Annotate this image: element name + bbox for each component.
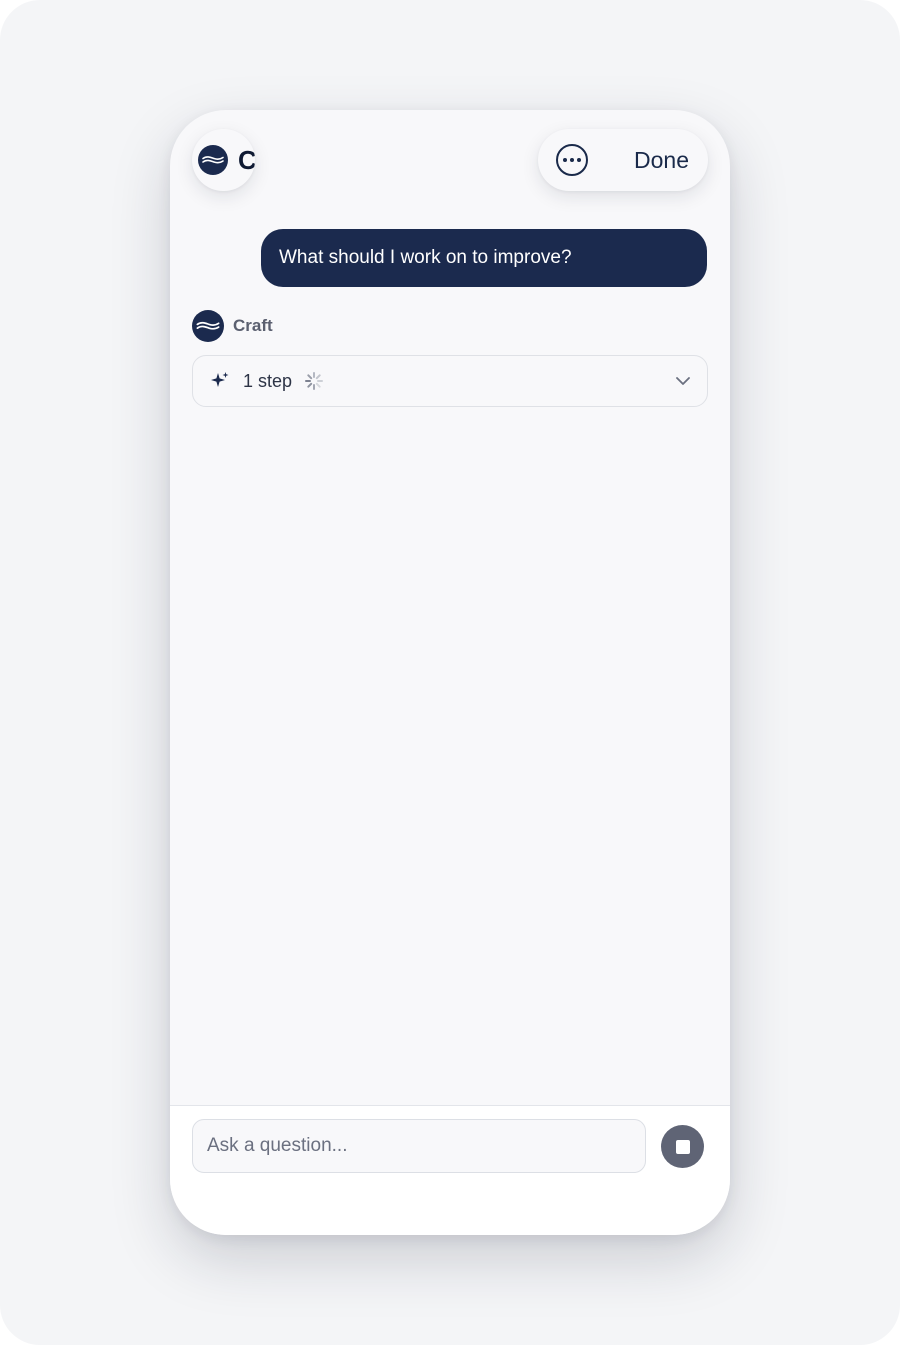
stop-icon — [675, 1139, 690, 1154]
stop-button[interactable] — [661, 1125, 704, 1168]
loading-spinner-icon — [305, 372, 324, 390]
ask-question-input[interactable] — [192, 1119, 646, 1173]
craft-wave-logo-icon — [198, 145, 228, 175]
user-message-bubble: What should I work on to improve? — [261, 229, 707, 287]
app-switcher-pill[interactable]: Craft — [192, 129, 255, 191]
assistant-header: Craft — [192, 310, 273, 342]
done-button[interactable]: Done — [634, 147, 689, 174]
phone-frame: Craft Done What should I work on to impr… — [170, 110, 730, 1235]
sparkle-icon — [211, 372, 229, 387]
more-horizontal-icon[interactable] — [556, 144, 588, 176]
app-name: Craft — [238, 144, 255, 175]
assistant-avatar-icon — [192, 310, 224, 342]
steps-disclosure[interactable]: 1 step — [192, 355, 708, 407]
composer-bar — [170, 1105, 730, 1235]
steps-label: 1 step — [243, 370, 293, 391]
assistant-name: Craft — [233, 316, 273, 335]
chevron-down-icon — [676, 377, 690, 385]
user-message-text: What should I work on to improve? — [279, 247, 572, 268]
header-actions-pill: Done — [538, 129, 708, 191]
